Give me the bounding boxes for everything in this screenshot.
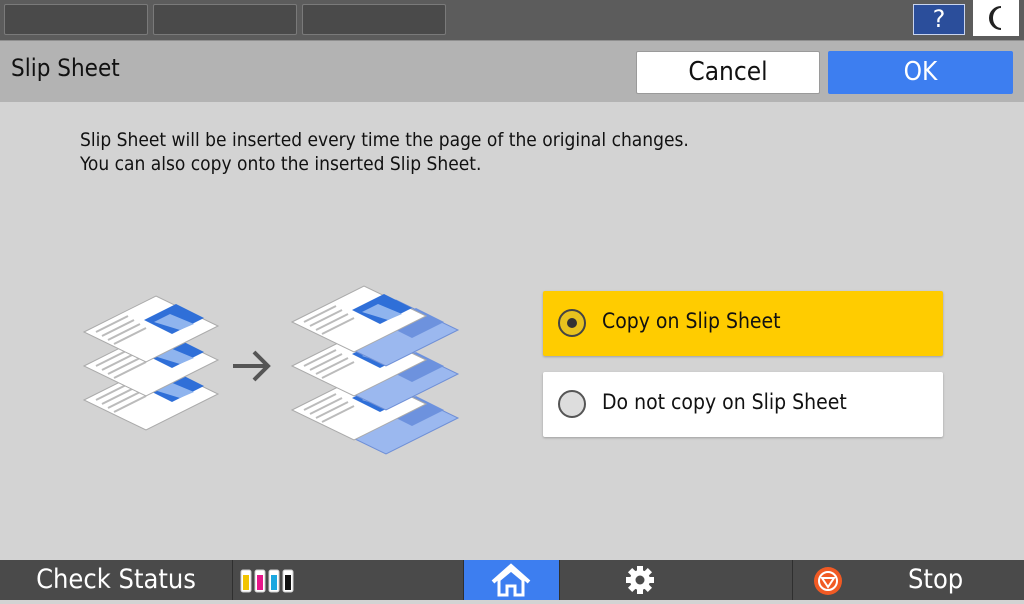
top-tab-2[interactable] bbox=[153, 4, 297, 35]
stop-button[interactable]: Stop bbox=[792, 560, 1024, 600]
option-label: Do not copy on Slip Sheet bbox=[602, 390, 847, 414]
original-stack-icon bbox=[83, 295, 219, 431]
help-button[interactable]: ? bbox=[913, 4, 965, 35]
cancel-button[interactable]: Cancel bbox=[636, 51, 820, 94]
stop-icon bbox=[814, 567, 842, 595]
slip-sheet-illustration bbox=[78, 278, 468, 462]
ok-button[interactable]: OK bbox=[828, 51, 1013, 94]
settings-button[interactable] bbox=[610, 560, 670, 600]
option-label: Copy on Slip Sheet bbox=[602, 309, 781, 333]
top-tab-3[interactable] bbox=[302, 4, 446, 35]
check-status-button[interactable]: Check Status bbox=[0, 560, 233, 600]
header-bar: Slip Sheet Cancel OK bbox=[0, 40, 1024, 102]
description: Slip Sheet will be inserted every time t… bbox=[80, 128, 689, 176]
option-do-not-copy-on-slip-sheet[interactable]: Do not copy on Slip Sheet bbox=[543, 372, 943, 437]
page-title: Slip Sheet bbox=[11, 54, 120, 82]
top-bar: ? bbox=[0, 0, 1024, 40]
top-tab-1[interactable] bbox=[4, 4, 148, 35]
home-button[interactable] bbox=[464, 560, 559, 600]
arrow-right-icon bbox=[233, 350, 271, 382]
option-copy-on-slip-sheet[interactable]: Copy on Slip Sheet bbox=[543, 291, 943, 356]
bottom-bar: Check Status Stop bbox=[0, 560, 1024, 600]
gear-icon bbox=[626, 566, 654, 594]
toner-level-icon bbox=[240, 569, 296, 597]
sleep-button[interactable] bbox=[973, 0, 1019, 36]
description-line-2: You can also copy onto the inserted Slip… bbox=[80, 153, 482, 175]
radio-unselected-icon bbox=[558, 390, 586, 418]
moon-icon bbox=[989, 6, 1002, 30]
output-stack-icon bbox=[291, 285, 459, 455]
home-icon bbox=[491, 563, 531, 597]
radio-selected-icon bbox=[558, 309, 586, 337]
description-line-1: Slip Sheet will be inserted every time t… bbox=[80, 129, 689, 151]
stop-label: Stop bbox=[908, 564, 964, 595]
